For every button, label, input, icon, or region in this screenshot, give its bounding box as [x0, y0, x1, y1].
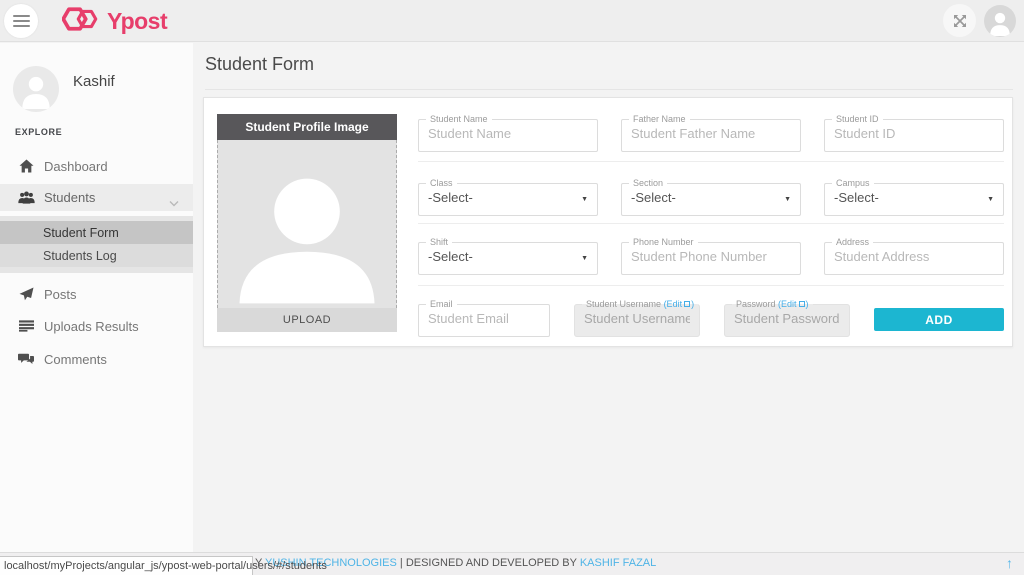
students-submenu: Student Form Students Log — [0, 216, 193, 273]
list-icon — [16, 320, 36, 332]
browser-status-bar: localhost/myProjects/angular_js/ypost-we… — [0, 556, 253, 575]
submenu-item-student-form[interactable]: Student Form — [0, 221, 193, 244]
student-form-card: Student Profile Image UPLOAD Student Nam… — [203, 97, 1013, 347]
student-name-input[interactable] — [419, 124, 597, 145]
add-button[interactable]: ADD — [874, 308, 1004, 331]
users-icon — [16, 191, 36, 204]
user-silhouette-icon — [988, 10, 1012, 36]
password-field: Password (Edit) — [724, 299, 850, 337]
student-name-field[interactable]: Student Name — [418, 114, 598, 152]
student-username-input — [575, 309, 699, 330]
uploader-header: Student Profile Image — [217, 114, 397, 140]
field-label: Address — [832, 237, 873, 247]
select-arrow-icon: ▼ — [581, 255, 588, 262]
campus-select[interactable]: -Select- ▼ — [825, 188, 1003, 209]
phone-number-input[interactable] — [622, 247, 800, 268]
address-input[interactable] — [825, 247, 1003, 268]
student-id-field[interactable]: Student ID — [824, 114, 1004, 152]
fullscreen-button[interactable] — [943, 4, 976, 37]
email-field[interactable]: Email — [418, 299, 550, 337]
sidebar-item-students[interactable]: Students — [0, 184, 193, 211]
chevron-down-icon — [169, 194, 179, 212]
title-divider — [205, 89, 1013, 90]
brand-logo[interactable]: Ypost — [62, 5, 167, 37]
class-select[interactable]: -Select- ▼ — [419, 188, 597, 209]
scroll-to-top-button[interactable]: ↑ — [1006, 555, 1013, 571]
sidebar-item-label: Students — [44, 190, 95, 205]
sidebar-item-dashboard[interactable]: Dashboard — [0, 152, 193, 180]
shift-select[interactable]: -Select- ▼ — [419, 247, 597, 268]
field-label: Section — [629, 178, 667, 188]
username-edit-link[interactable]: (Edit) — [664, 299, 695, 309]
field-label: Student Username — [586, 299, 661, 309]
sidebar: Kashif EXPLORE Dashboard — [0, 43, 193, 552]
top-bar: Ypost — [0, 0, 1024, 42]
field-label: Phone Number — [629, 237, 698, 247]
comments-icon — [16, 353, 36, 366]
uploader-dropzone[interactable] — [217, 140, 397, 308]
main-content: Student Form Student Profile Image UPLOA… — [193, 43, 1024, 552]
home-icon — [16, 159, 36, 173]
app-window: Ypost — [0, 0, 1024, 575]
shift-field[interactable]: Shift -Select- ▼ — [418, 237, 598, 275]
explore-section-label: EXPLORE — [15, 127, 62, 137]
row-divider — [418, 223, 1004, 224]
select-arrow-icon: ▼ — [784, 196, 791, 203]
profile-image-uploader[interactable]: Student Profile Image UPLOAD — [217, 114, 397, 332]
user-avatar-button[interactable] — [984, 5, 1016, 37]
expand-arrows-icon — [952, 13, 968, 29]
sidebar-item-label: Posts — [44, 287, 77, 302]
submenu-item-students-log[interactable]: Students Log — [0, 244, 193, 267]
kashif-fazal-link[interactable]: KASHIF FAZAL — [580, 557, 656, 569]
section-select[interactable]: -Select- ▼ — [622, 188, 800, 209]
field-label: Father Name — [629, 114, 690, 124]
person-placeholder-icon — [232, 158, 382, 308]
paper-plane-icon — [16, 287, 36, 301]
field-label: Campus — [832, 178, 874, 188]
page-title: Student Form — [205, 54, 314, 75]
phone-number-field[interactable]: Phone Number — [621, 237, 801, 275]
field-label: Student ID — [832, 114, 883, 124]
password-input — [725, 309, 849, 330]
row-divider — [418, 161, 1004, 162]
profile-name: Kashif — [73, 73, 115, 90]
address-field[interactable]: Address — [824, 237, 1004, 275]
profile-avatar — [13, 66, 59, 112]
status-url: localhost/myProjects/angular_js/ypost-we… — [4, 560, 327, 572]
ypost-logo-icon — [62, 4, 102, 39]
topbar-actions — [943, 4, 1016, 37]
hamburger-menu-button[interactable] — [4, 4, 38, 38]
email-input[interactable] — [419, 309, 549, 330]
sidebar-item-label: Uploads Results — [44, 319, 139, 334]
father-name-input[interactable] — [622, 124, 800, 145]
campus-field[interactable]: Campus -Select- ▼ — [824, 178, 1004, 216]
field-label: Email — [426, 299, 457, 309]
brand-name: Ypost — [107, 8, 167, 35]
sidebar-item-comments[interactable]: Comments — [0, 345, 193, 373]
sidebar-item-uploads-results[interactable]: Uploads Results — [0, 312, 193, 340]
student-id-input[interactable] — [825, 124, 1003, 145]
sidebar-item-posts[interactable]: Posts — [0, 280, 193, 308]
user-silhouette-icon — [19, 73, 53, 109]
select-arrow-icon: ▼ — [987, 196, 994, 203]
father-name-field[interactable]: Father Name — [621, 114, 801, 152]
student-username-field: Student Username (Edit) — [574, 299, 700, 337]
field-label: Password — [736, 299, 776, 309]
edit-box-icon — [684, 301, 690, 307]
field-label: Student Name — [426, 114, 492, 124]
sidebar-item-label: Dashboard — [44, 159, 108, 174]
sidebar-item-label: Comments — [44, 352, 107, 367]
field-label: Class — [426, 178, 457, 188]
select-arrow-icon: ▼ — [581, 196, 588, 203]
upload-button[interactable]: UPLOAD — [217, 308, 397, 332]
field-label: Shift — [426, 237, 452, 247]
class-field[interactable]: Class -Select- ▼ — [418, 178, 598, 216]
section-field[interactable]: Section -Select- ▼ — [621, 178, 801, 216]
edit-box-icon — [799, 301, 805, 307]
password-edit-link[interactable]: (Edit) — [778, 299, 809, 309]
row-divider — [418, 285, 1004, 286]
